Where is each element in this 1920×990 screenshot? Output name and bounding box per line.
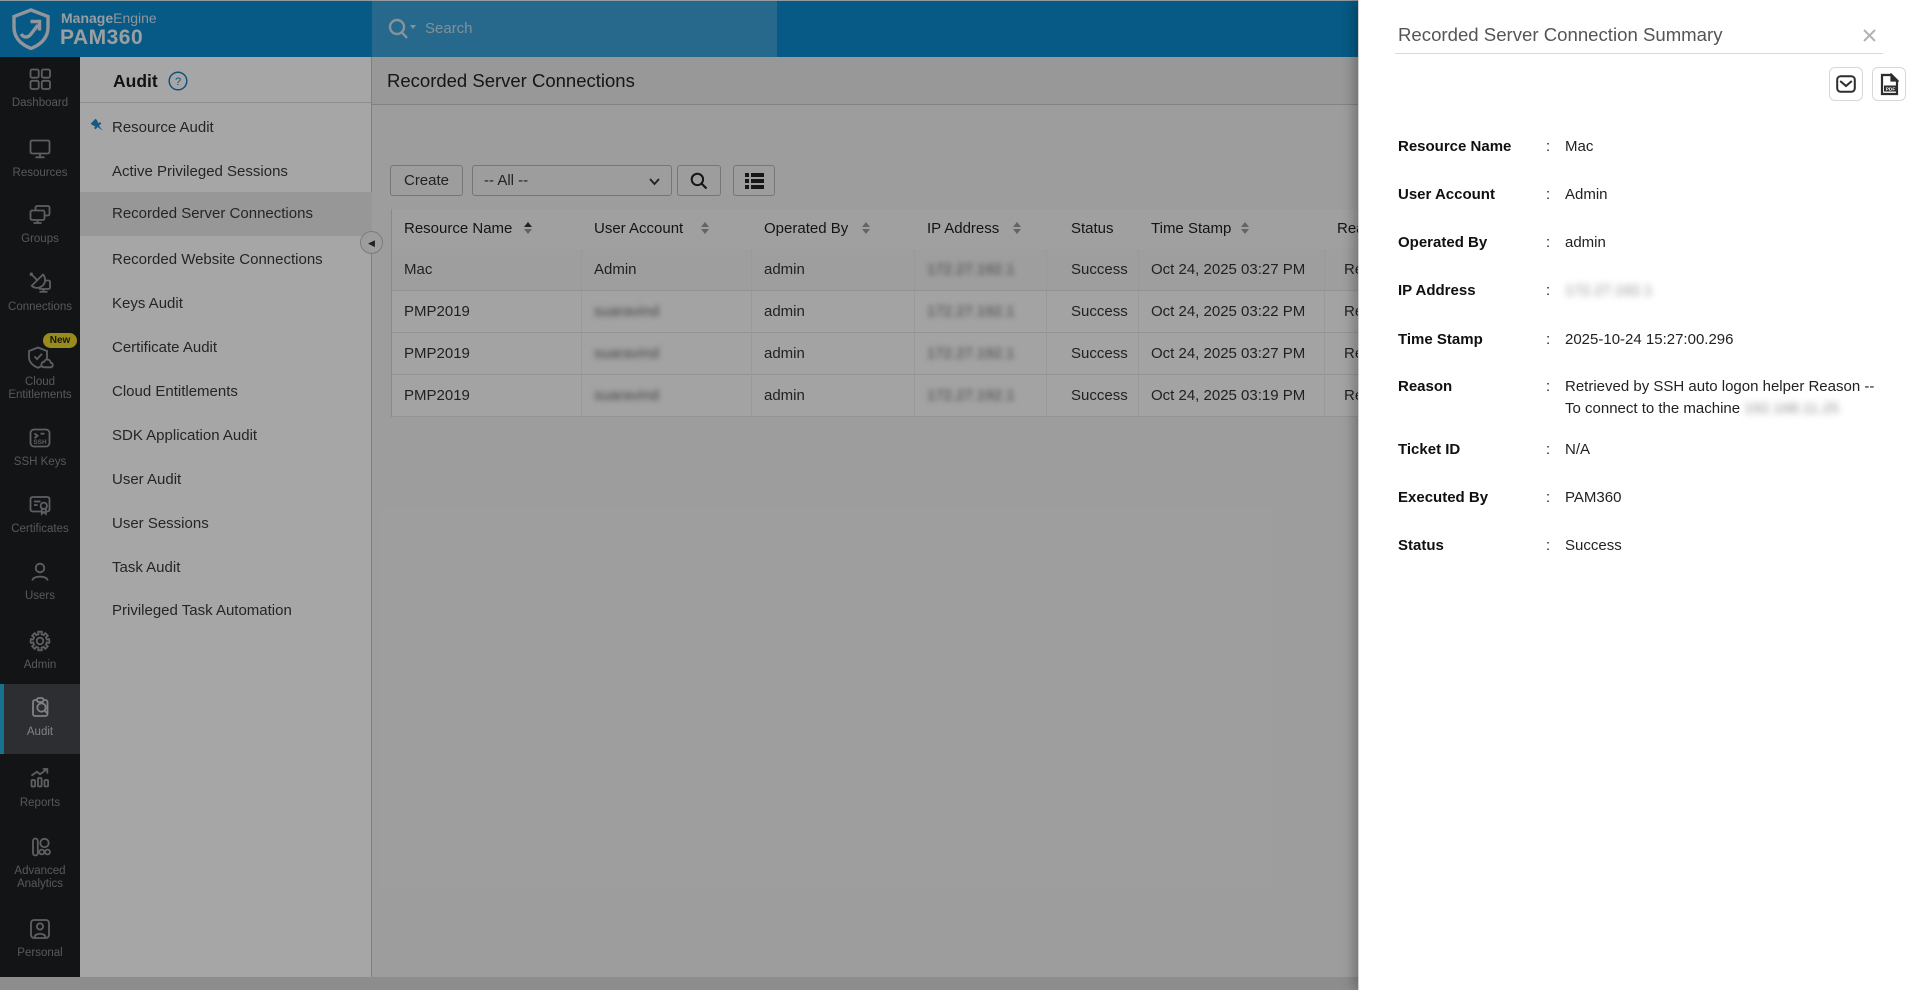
svg-text:PDF: PDF: [1886, 87, 1896, 93]
